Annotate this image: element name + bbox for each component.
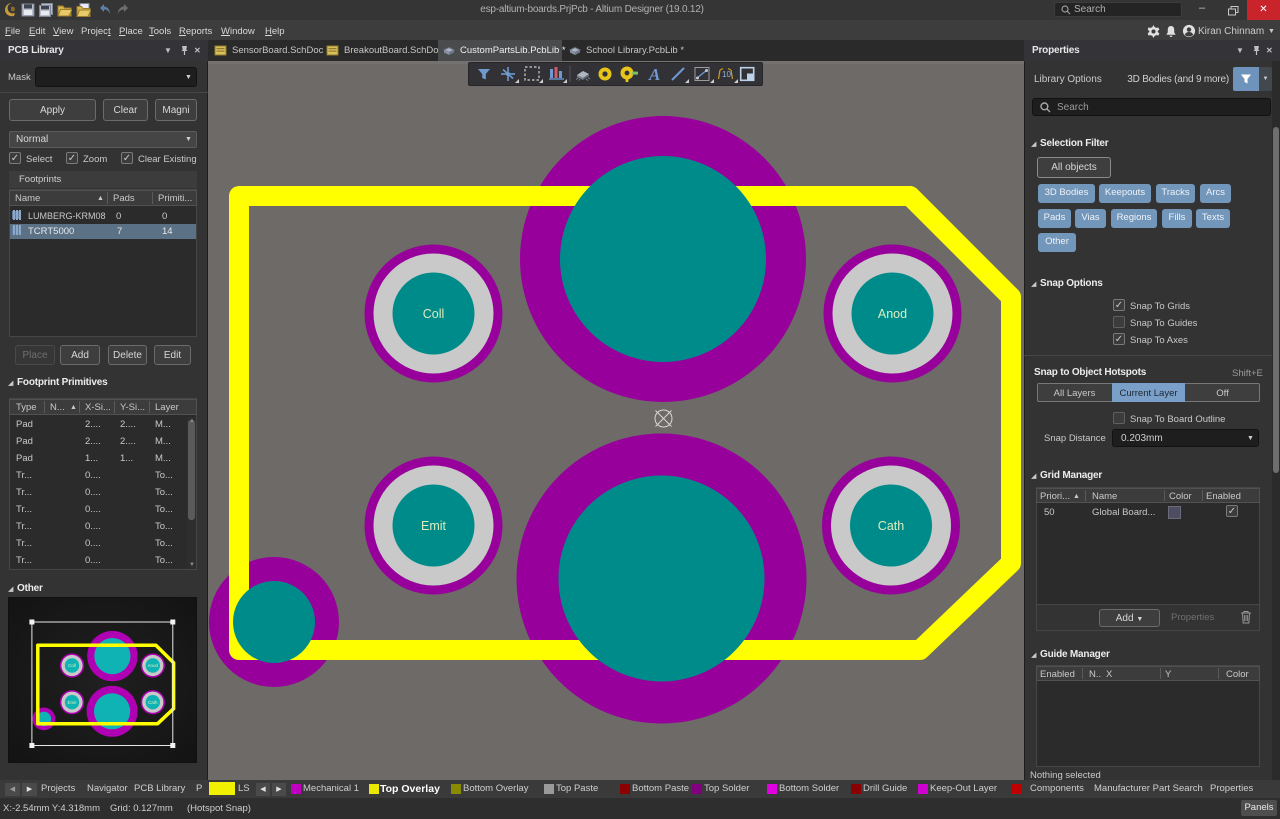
svg-text:Cath: Cath: [148, 700, 158, 705]
svg-text:Coll: Coll: [68, 663, 76, 668]
svg-text:A: A: [648, 65, 660, 84]
svg-text:Cath: Cath: [878, 519, 904, 533]
svg-text:Emit: Emit: [421, 519, 447, 533]
svg-text:Emit: Emit: [68, 700, 78, 705]
svg-text:Anod: Anod: [878, 307, 907, 321]
svg-text:Coll: Coll: [423, 307, 445, 321]
svg-text:Anod: Anod: [148, 663, 159, 668]
svg-text:10: 10: [722, 70, 731, 79]
